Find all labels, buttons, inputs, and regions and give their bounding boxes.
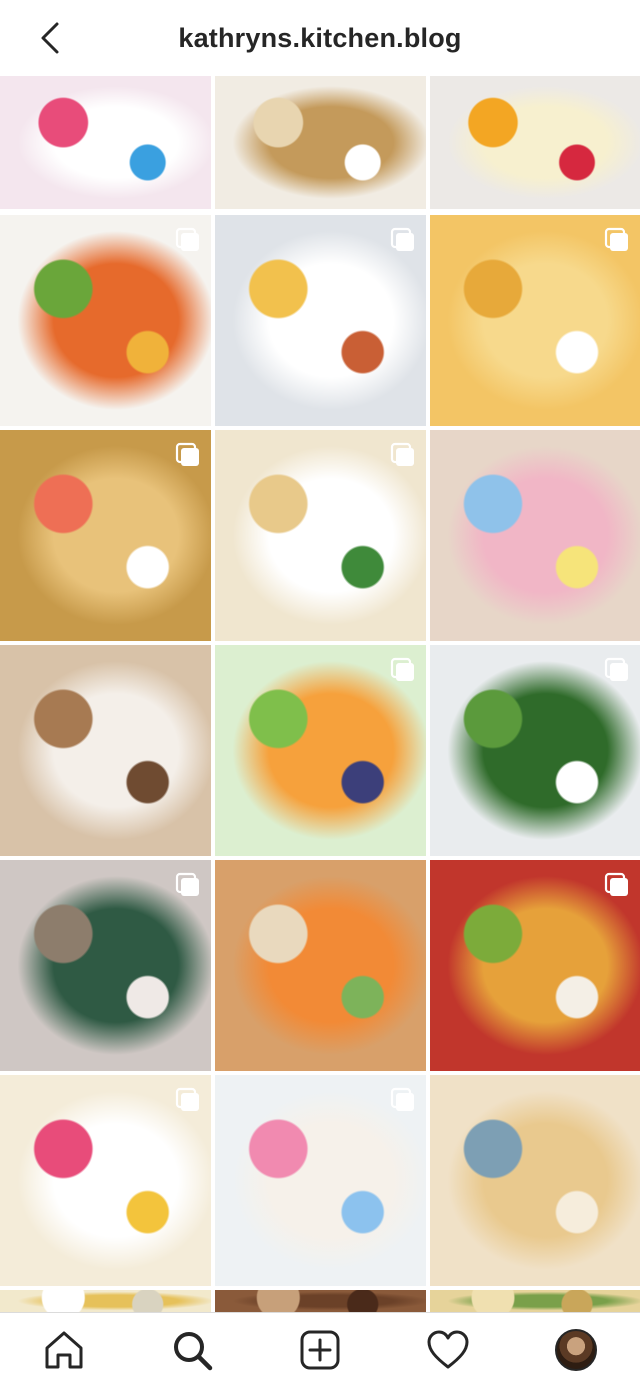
heart-icon <box>427 1330 469 1368</box>
carousel-multiple-icon <box>175 872 199 896</box>
search-icon <box>174 1331 213 1370</box>
post-row-7-b[interactable] <box>215 1290 426 1312</box>
carousel-multiple-icon <box>604 657 628 681</box>
post-granola-jar[interactable] <box>215 76 426 209</box>
carousel-multiple-icon <box>175 1087 199 1111</box>
post-tostadas[interactable] <box>0 215 211 426</box>
post-lemon-bars[interactable] <box>430 76 640 209</box>
carousel-multiple-icon <box>390 657 414 681</box>
carousel-multiple-icon <box>390 1087 414 1111</box>
post-row-7-a[interactable] <box>0 1290 211 1312</box>
post-dinner-rolls[interactable] <box>430 1075 640 1286</box>
post-row-7-c[interactable] <box>430 1290 640 1312</box>
post-mac-and-cheese[interactable] <box>430 215 640 426</box>
post-stuffed-peppers[interactable] <box>430 860 640 1071</box>
post-fruit-salad[interactable] <box>215 645 426 856</box>
plus-square-icon <box>300 1330 340 1369</box>
post-maternity-photo[interactable] <box>0 860 211 1071</box>
profile-username-title: kathryns.kitchen.blog <box>178 22 462 53</box>
post-cinnamon-roll[interactable] <box>0 645 211 856</box>
post-lucky-charms-treats[interactable] <box>215 1075 426 1286</box>
nav-home[interactable] <box>38 1324 90 1376</box>
carousel-multiple-icon <box>390 442 414 466</box>
nav-activity[interactable] <box>422 1324 474 1376</box>
nav-search[interactable] <box>166 1324 218 1376</box>
posts-grid <box>0 76 640 1312</box>
post-sprinkle-cookies[interactable] <box>0 1075 211 1286</box>
nav-profile[interactable] <box>550 1324 602 1376</box>
post-arugula-salad[interactable] <box>430 645 640 856</box>
post-chips-and-dip[interactable] <box>215 430 426 641</box>
post-funfetti-pop-tarts[interactable] <box>0 76 211 209</box>
post-deviled-eggs[interactable] <box>215 215 426 426</box>
top-bar: kathryns.kitchen.blog <box>0 0 640 76</box>
carousel-multiple-icon <box>175 227 199 251</box>
home-icon <box>45 1331 83 1368</box>
chevron-left-icon <box>41 22 59 54</box>
post-savory-waffles[interactable] <box>0 430 211 641</box>
carousel-multiple-icon <box>604 872 628 896</box>
carousel-multiple-icon <box>390 227 414 251</box>
post-easter-chex-mix[interactable] <box>430 430 640 641</box>
carousel-multiple-icon <box>604 227 628 251</box>
profile-avatar <box>555 1328 597 1371</box>
back-button[interactable] <box>32 20 68 56</box>
post-easter-bunny-platter[interactable] <box>215 860 426 1071</box>
nav-new-post[interactable] <box>294 1324 346 1376</box>
carousel-multiple-icon <box>175 442 199 466</box>
bottom-navigation <box>0 1312 640 1386</box>
